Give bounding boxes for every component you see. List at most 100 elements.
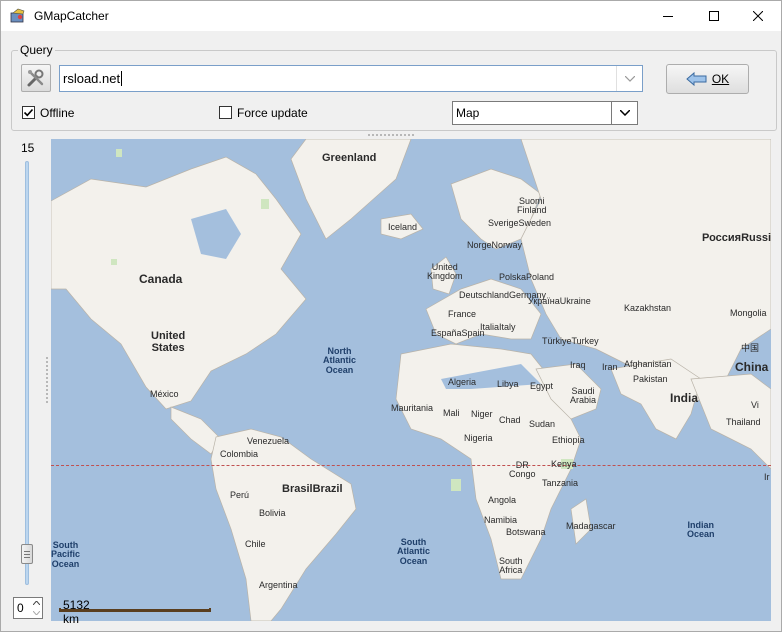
map-label-chad: Chad: [499, 415, 521, 425]
minimize-icon: [663, 16, 673, 17]
zoom-spinbox-value: 0: [17, 601, 24, 615]
app-icon: [10, 8, 25, 23]
map-label-espana: EspañaSpain: [431, 328, 485, 338]
map-label-afghanistan: Afghanistan: [624, 359, 672, 369]
spin-down-button[interactable]: [30, 608, 42, 618]
force-update-label[interactable]: Force update: [237, 106, 308, 120]
map-label-ethiopia: Ethiopia: [552, 435, 585, 445]
chevron-up-icon: [32, 601, 40, 605]
map-label-norge: NorgeNorway: [467, 240, 523, 250]
pane-resize-grip[interactable]: [368, 133, 416, 138]
maximize-icon: [709, 11, 719, 21]
map-label-saudi-arabia: Saudi Arabia: [570, 386, 597, 406]
map-label-angola: Angola: [488, 495, 517, 505]
map-label-partial-ir: Ir: [764, 472, 770, 482]
query-input-value: rsload.net: [63, 71, 121, 86]
ok-button[interactable]: OK: [666, 64, 749, 94]
map-label-italia: ItaliaItaly: [480, 322, 516, 332]
map-type-value: Map: [456, 106, 480, 120]
chevron-down-icon: [624, 75, 635, 82]
map-label-venezuela: Venezuela: [247, 436, 290, 446]
tools-icon: [27, 69, 44, 87]
map-label-algeria: Algeria: [448, 377, 477, 387]
map-label-sverige: SverigeSweden: [488, 218, 552, 228]
zoom-level-label: 15: [21, 141, 35, 155]
map-label-south-africa: South Africa: [499, 556, 523, 576]
map-label-chile: Chile: [245, 539, 266, 549]
checkmark-icon: [23, 108, 34, 117]
map-label-kenya: Kenya: [551, 459, 577, 469]
map-label-sudan: Sudan: [529, 419, 556, 429]
map-label-egypt: Egypt: [530, 381, 554, 391]
map-label-indian-ocean: Indian Ocean: [687, 520, 715, 540]
app-window: GMapCatcher Query rsload.net OK Offline …: [0, 0, 782, 632]
ok-button-label: OK: [711, 72, 730, 86]
map-label-partial-vn: Vi: [751, 400, 759, 410]
map-label-tanzania: Tanzania: [542, 478, 579, 488]
maximize-button[interactable]: [691, 1, 737, 31]
map-label-madagascar: Madagascar: [566, 521, 616, 531]
map-label-namibia: Namibia: [484, 515, 518, 525]
map-label-libya: Libya: [497, 379, 519, 389]
force-update-checkbox[interactable]: [219, 106, 232, 119]
text-caret: [121, 71, 123, 86]
spin-up-button[interactable]: [30, 598, 42, 608]
map-label-kazakhstan: Kazakhstan: [624, 303, 672, 313]
map-label-south-atlantic-ocean: South Atlantic Ocean: [397, 537, 431, 566]
scale-ruler: [59, 608, 211, 612]
map-label-niger: Niger: [471, 409, 493, 419]
map-label-rossiya: РоссияRussia: [702, 232, 771, 244]
zoom-spinbox[interactable]: 0: [13, 597, 43, 619]
query-input[interactable]: rsload.net: [59, 65, 643, 92]
equator-line: [51, 465, 771, 466]
map-view[interactable]: Greenland Iceland Suomi Finland SverigeSw…: [51, 139, 771, 621]
map-type-select[interactable]: Map: [452, 101, 638, 125]
map-label-pakistan: Pakistan: [633, 374, 668, 384]
map-type-dropdown-button[interactable]: [611, 102, 637, 124]
map-label-turkiye: TürkiyeTurkey: [542, 336, 599, 346]
map-label-china-zh: 中国: [741, 343, 760, 353]
map-label-india: India: [670, 391, 699, 405]
map-label-mauritania: Mauritania: [391, 403, 434, 413]
query-group-label: Query: [18, 43, 55, 57]
map-label-nigeria: Nigeria: [464, 433, 493, 443]
query-history-dropdown[interactable]: [616, 66, 642, 91]
map-label-mali: Mali: [443, 408, 460, 418]
map-label-dr-congo: DR Congo: [509, 460, 536, 480]
map-label-mongolia: Mongolia: [730, 308, 767, 318]
window-title: GMapCatcher: [34, 9, 109, 23]
zoom-slider-track[interactable]: [25, 161, 29, 585]
minimize-button[interactable]: [645, 1, 691, 31]
map-label-iran: Iran: [602, 362, 618, 372]
map-label-ukraina: УкраїнаUkraine: [528, 296, 591, 306]
offline-checkbox[interactable]: [22, 106, 35, 119]
chevron-down-icon: [619, 110, 630, 116]
map-label-suomi: Suomi Finland: [517, 196, 547, 216]
map-label-north-atlantic-ocean: North Atlantic Ocean: [323, 346, 357, 375]
map-label-peru: Perú: [230, 490, 250, 500]
map-label-iceland: Iceland: [388, 222, 418, 232]
map-label-thailand: Thailand: [726, 417, 761, 427]
map-label-china: China: [735, 360, 769, 374]
map-label-greenland: Greenland: [322, 152, 377, 164]
map-label-colombia: Colombia: [220, 449, 259, 459]
map-label-south-pacific-ocean: South Pacific Ocean: [51, 540, 81, 569]
map-label-argentina: Argentina: [259, 580, 298, 590]
map-label-mexico: México: [150, 389, 179, 399]
title-bar[interactable]: GMapCatcher: [1, 1, 781, 31]
close-icon: [753, 11, 763, 21]
map-label-canada: Canada: [139, 272, 183, 286]
map-label-polska: PolskaPoland: [499, 272, 555, 282]
settings-button[interactable]: [21, 64, 51, 92]
back-arrow-icon: [686, 71, 707, 87]
map-label-iraq: Iraq: [570, 360, 586, 370]
close-button[interactable]: [735, 1, 781, 31]
map-label-bolivia: Bolivia: [259, 508, 286, 518]
scale-label: 5132 km: [63, 598, 90, 626]
map-label-united-kingdom: United Kingdom: [427, 262, 463, 282]
map-label-united-states: United States: [151, 330, 186, 354]
map-label-botswana: Botswana: [506, 527, 546, 537]
offline-label[interactable]: Offline: [40, 106, 74, 120]
zoom-slider-handle[interactable]: [21, 544, 33, 564]
side-resize-grip[interactable]: [45, 357, 49, 405]
